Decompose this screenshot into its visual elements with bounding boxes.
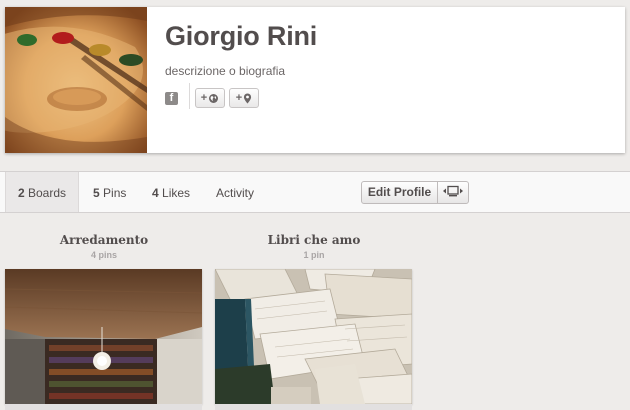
- board-thumbnails: [5, 404, 202, 410]
- profile-name: Giorgio Rini: [165, 21, 318, 51]
- profile-description: descrizione o biografia: [165, 64, 286, 78]
- globe-icon: [208, 93, 219, 104]
- edit-profile-group: Edit Profile: [361, 181, 469, 204]
- avatar[interactable]: [5, 7, 147, 153]
- layout-toggle-icon: [442, 184, 464, 202]
- board-title[interactable]: Arredamento: [4, 233, 204, 247]
- plus-label: +: [235, 92, 243, 104]
- tab-count: 2: [17, 186, 25, 200]
- divider: [189, 83, 190, 109]
- books-image: [215, 269, 412, 404]
- plus-label: +: [200, 92, 208, 104]
- tab-pins[interactable]: 5 Pins: [93, 172, 126, 212]
- add-website-button[interactable]: +: [195, 88, 225, 108]
- tab-label: Boards: [28, 186, 67, 200]
- board-title[interactable]: Libri che amo: [214, 233, 414, 247]
- board-cover-arredamento[interactable]: [5, 269, 202, 404]
- profile-card: Giorgio Rini descrizione o biografia f +…: [5, 7, 625, 153]
- board-pin-count: 4 pins: [90, 250, 117, 260]
- interior-image: [5, 269, 202, 404]
- tab-count: 5: [93, 186, 100, 200]
- profile-nav-bar: 2 Boards 5 Pins 4 Likes Activity Edit Pr…: [0, 171, 630, 213]
- facebook-icon[interactable]: f: [165, 92, 178, 105]
- tab-likes[interactable]: 4 Likes: [152, 172, 190, 212]
- tab-label: Pins: [103, 186, 127, 200]
- palette-image: [5, 7, 147, 153]
- tab-activity[interactable]: Activity: [216, 172, 254, 212]
- layout-toggle-button[interactable]: [438, 182, 468, 203]
- board-cover-libri-che-amo[interactable]: [215, 269, 412, 404]
- tab-label: Likes: [162, 186, 191, 200]
- tab-count: 4: [152, 186, 159, 200]
- tab-boards[interactable]: 2 Boards: [5, 172, 79, 212]
- board-thumbnails: [215, 404, 412, 410]
- board-pin-count: 1 pin: [303, 250, 325, 260]
- tab-label: Activity: [216, 186, 255, 200]
- add-location-button[interactable]: +: [229, 88, 259, 108]
- edit-profile-button[interactable]: Edit Profile: [362, 182, 438, 203]
- location-pin-icon: [243, 93, 252, 104]
